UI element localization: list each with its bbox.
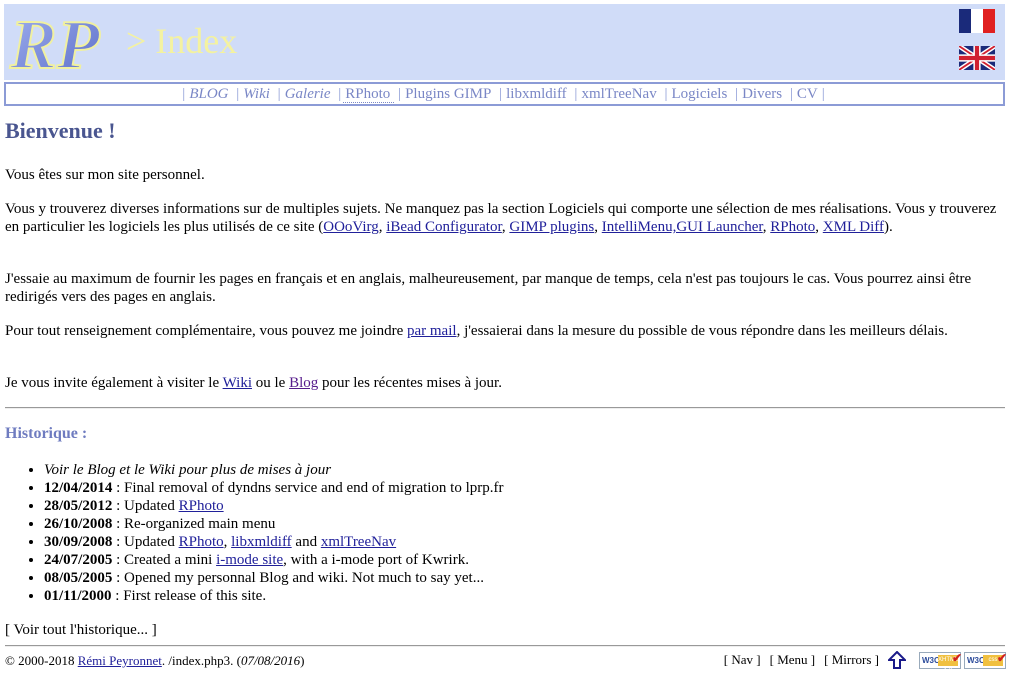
footer-menu-link[interactable]: [ Menu ] [770, 652, 816, 668]
menu-item-galerie[interactable]: Galerie [283, 86, 335, 102]
flag-fr-icon[interactable] [959, 9, 995, 33]
history-item: 26/10/2008 : Re-organized main menu [44, 515, 504, 533]
menu-separator: | [821, 86, 825, 102]
see-all-history-link[interactable]: [ Voir tout l'historique... ] [5, 622, 157, 639]
footer-divider [5, 645, 1005, 647]
contact-paragraph: Pour tout renseignement complémentaire, … [5, 323, 948, 339]
author-link[interactable]: Rémi Peyronnet [78, 653, 162, 668]
wiki-link[interactable]: Wiki [223, 375, 252, 391]
welcome-heading: Bienvenue ! [5, 118, 116, 143]
menu-item-xmltreenav[interactable]: xmlTreeNav [579, 86, 660, 102]
flag-uk-icon[interactable] [959, 46, 995, 70]
link-rphoto[interactable]: RPhoto [179, 534, 224, 550]
w3c-xhtml-badge[interactable]: W3C XHTML 1.0 ✔ [919, 650, 962, 674]
up-arrow-icon[interactable] [888, 651, 906, 669]
intro-paragraph: Vous êtes sur mon site personnel. [5, 167, 205, 183]
history-list: Voir le Blog et le Wiki pour plus de mis… [5, 461, 504, 605]
history-item: 28/05/2012 : Updated RPhoto [44, 497, 504, 515]
menu-item-cv[interactable]: CV [795, 86, 822, 102]
footer-copyright: © 2000-2018 Rémi Peyronnet. /index.php3.… [5, 653, 305, 668]
link-rphoto[interactable]: RPhoto [770, 219, 815, 235]
history-item: 01/11/2000 : First release of this site. [44, 587, 504, 605]
rp-logo[interactable]: RP [8, 6, 118, 78]
link-rphoto[interactable]: RPhoto [179, 498, 224, 514]
software-paragraph: Vous y trouverez diverses informations s… [5, 201, 997, 235]
header-banner: RP > Index [4, 4, 1005, 80]
visit-paragraph: Je vous invite également à visiter le Wi… [5, 375, 502, 391]
check-icon: ✔ [996, 650, 1007, 665]
link-intellimenu[interactable]: IntelliMenu,GUI Launcher [602, 219, 763, 235]
svg-text:RP: RP [9, 7, 101, 78]
check-icon: ✔ [951, 650, 962, 665]
link-ibead-configurator[interactable]: iBead Configurator [386, 219, 502, 235]
menu-separator: | [277, 86, 281, 102]
link-ooovirg[interactable]: OOoVirg [323, 219, 379, 235]
history-note: Voir le Blog et le Wiki pour plus de mis… [44, 461, 504, 479]
link-xmltreenav[interactable]: xmlTreeNav [321, 534, 396, 550]
main-content: Bienvenue ! Vous êtes sur mon site perso… [5, 118, 1007, 674]
menu-item-divers[interactable]: Divers [740, 86, 786, 102]
menu-item-rphoto[interactable]: RPhoto [343, 86, 395, 103]
main-menu: | BLOG | Wiki | Galerie | RPhoto | Plugins GI… [4, 82, 1005, 106]
language-paragraph: J'essaie au maximum de fournir les pages… [5, 271, 972, 305]
history-item: 12/04/2014 : Final removal of dyndns ser… [44, 479, 504, 497]
blog-link[interactable]: Blog [289, 375, 318, 391]
menu-item-libxmldiff[interactable]: libxmldiff [504, 86, 571, 102]
footer-nav: [ Nav ] [ Menu ] [ Mirrors ] W3C XHTML 1.… [724, 650, 1007, 674]
menu-item-logiciels[interactable]: Logiciels [669, 86, 731, 102]
history-item: 30/09/2008 : Updated RPhoto, libxmldiff … [44, 533, 504, 551]
menu-item-plugins-gimp[interactable]: Plugins GIMP [403, 86, 495, 102]
mail-link[interactable]: par mail [407, 323, 457, 339]
page-title: > Index [126, 21, 238, 61]
link-libxmldiff[interactable]: libxmldiff [231, 534, 292, 550]
history-heading: Historique : [5, 425, 88, 442]
menu-item-blog[interactable]: BLOG [187, 86, 232, 102]
history-item: 24/07/2005 : Created a mini i-mode site,… [44, 551, 504, 569]
footer-nav-link[interactable]: [ Nav ] [724, 652, 761, 668]
link-imode-site[interactable]: i-mode site [216, 552, 283, 568]
link-xml-diff[interactable]: XML Diff [823, 219, 884, 235]
divider [5, 407, 1005, 409]
link-gimp-plugins[interactable]: GIMP plugins [509, 219, 594, 235]
w3c-css-badge[interactable]: W3C css ✔ [964, 650, 1007, 669]
history-item: 08/05/2005 : Opened my personnal Blog an… [44, 569, 504, 587]
menu-item-wiki[interactable]: Wiki [241, 86, 274, 102]
footer-mirrors-link[interactable]: [ Mirrors ] [824, 652, 879, 668]
